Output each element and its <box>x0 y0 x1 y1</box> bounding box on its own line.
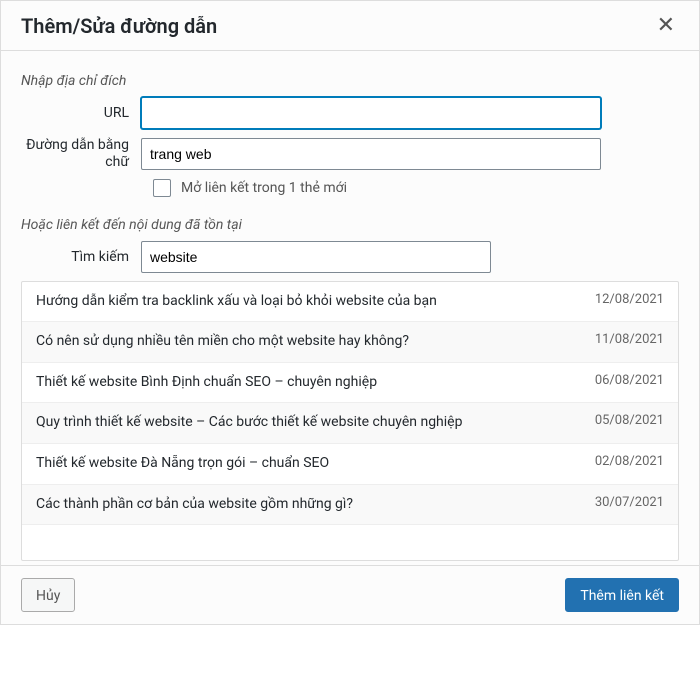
results-container: Hướng dẫn kiểm tra backlink xấu và loại … <box>21 281 679 561</box>
insert-link-dialog: Thêm/Sửa đường dẫn ✕ Nhập địa chỉ đích U… <box>0 0 700 625</box>
search-label: Tìm kiếm <box>21 249 141 265</box>
result-title: Thiết kế website Đà Nẵng trọn gói – chuẩ… <box>36 454 579 474</box>
result-item[interactable]: Hướng dẫn kiểm tra backlink xấu và loại … <box>22 282 678 323</box>
result-title: Hướng dẫn kiểm tra backlink xấu và loại … <box>36 292 579 312</box>
link-text-input[interactable] <box>141 138 601 170</box>
url-row: URL <box>21 97 679 129</box>
link-text-label: Đường dẫn bằng chữ <box>21 137 141 171</box>
url-input[interactable] <box>141 97 601 129</box>
result-date: 06/08/2021 <box>595 373 664 388</box>
dialog-header: Thêm/Sửa đường dẫn ✕ <box>1 1 699 51</box>
section-existing-label: Hoặc liên kết đến nội dung đã tồn tại <box>21 211 679 241</box>
result-title: Thiết kế website Bình Định chuẩn SEO – c… <box>36 373 579 393</box>
result-title: Quy trình thiết kế website – Các bước th… <box>36 413 579 433</box>
search-row: Tìm kiếm <box>21 241 679 273</box>
dialog-body: Nhập địa chỉ đích URL Đường dẫn bằng chữ… <box>1 51 699 565</box>
dialog-footer: Hủy Thêm liên kết <box>1 565 699 624</box>
result-item[interactable]: Các thành phần cơ bản của website gồm nh… <box>22 485 678 526</box>
section-destination-label: Nhập địa chỉ đích <box>21 67 679 97</box>
dialog-title: Thêm/Sửa đường dẫn <box>21 14 217 38</box>
link-text-row: Đường dẫn bằng chữ <box>21 137 679 171</box>
result-date: 30/07/2021 <box>595 495 664 510</box>
cancel-button[interactable]: Hủy <box>21 578 75 612</box>
search-input[interactable] <box>141 241 491 273</box>
result-item[interactable]: Thiết kế website Đà Nẵng trọn gói – chuẩ… <box>22 444 678 485</box>
result-item[interactable]: Có nên sử dụng nhiều tên miền cho một we… <box>22 322 678 363</box>
result-title: Có nên sử dụng nhiều tên miền cho một we… <box>36 332 579 352</box>
close-icon[interactable]: ✕ <box>653 11 679 41</box>
add-link-button[interactable]: Thêm liên kết <box>565 578 679 612</box>
results-scroll[interactable]: Hướng dẫn kiểm tra backlink xấu và loại … <box>22 282 678 560</box>
result-item[interactable]: Quy trình thiết kế website – Các bước th… <box>22 403 678 444</box>
result-item[interactable]: Thiết kế website Bình Định chuẩn SEO – c… <box>22 363 678 404</box>
open-new-tab-label: Mở liên kết trong 1 thẻ mới <box>181 180 347 196</box>
result-date: 05/08/2021 <box>595 413 664 428</box>
result-date: 11/08/2021 <box>595 332 664 347</box>
result-title: Các thành phần cơ bản của website gồm nh… <box>36 495 579 515</box>
result-date: 12/08/2021 <box>595 292 664 307</box>
open-new-tab-checkbox[interactable] <box>153 179 171 197</box>
result-date: 02/08/2021 <box>595 454 664 469</box>
open-new-tab-row: Mở liên kết trong 1 thẻ mới <box>153 179 679 197</box>
url-label: URL <box>21 105 141 121</box>
